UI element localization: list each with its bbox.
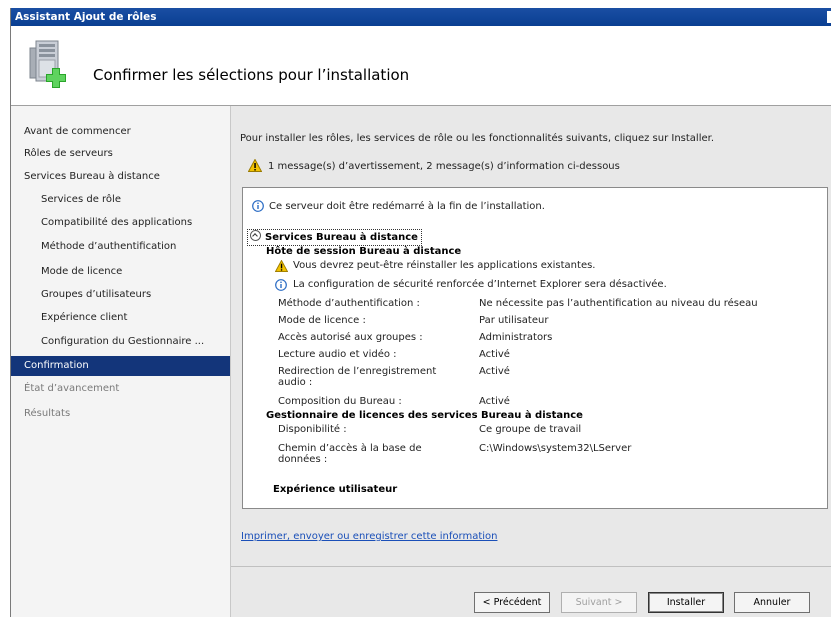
server-add-role-icon [29, 40, 66, 88]
warning-summary: 1 message(s) d’avertissement, 2 message(… [247, 158, 620, 175]
row-value: Administrators [479, 332, 553, 343]
section-title: Services Bureau à distance [265, 232, 418, 243]
row-value: Activé [479, 396, 510, 407]
rdsh-title: Hôte de session Bureau à distance [266, 246, 462, 257]
window-title: Assistant Ajout de rôles [15, 11, 157, 23]
wizard-content: Pour installer les rôles, les services d… [231, 106, 831, 566]
nav-item-configuration-gestionnaire[interactable]: Configuration du Gestionnaire ... [41, 332, 204, 352]
info-icon [275, 279, 287, 291]
nav-item-etat-avancement: État d’avancement [24, 383, 120, 394]
collapse-icon [250, 230, 261, 241]
row-label: Lecture audio et vidéo : [278, 349, 397, 360]
warning-icon [247, 158, 263, 172]
rdsh-warning: Vous devrez peut-être réinstaller les ap… [293, 260, 596, 271]
title-bar[interactable]: Assistant Ajout de rôles [11, 8, 831, 26]
previous-button[interactable]: < Précédent [474, 592, 550, 613]
row-value: Activé [479, 349, 510, 360]
row-label: Accès autorisé aux groupes : [278, 332, 423, 343]
nav-item-groupes-utilisateurs[interactable]: Groupes d’utilisateurs [41, 285, 151, 305]
install-button[interactable]: Installer [648, 592, 724, 613]
wizard-steps-nav: Avant de commencer Rôles de serveurs Ser… [11, 106, 231, 617]
row-value: Ce groupe de travail [479, 424, 582, 435]
row-label: Méthode d’authentification : [278, 298, 420, 309]
section-toggle-services-bureau[interactable]: Services Bureau à distance [247, 229, 422, 246]
wizard-header: Confirmer les sélections pour l’installa… [11, 26, 831, 106]
row-label: Redirection de l’enregistrement audio : [278, 366, 437, 388]
row-value: Ne nécessite pas l’authentification au n… [479, 298, 758, 309]
nav-item-compatibilite-applications[interactable]: Compatibilité des applications [41, 213, 192, 233]
row-label: Chemin d’accès à la base de données : [278, 443, 422, 465]
wizard-footer: < Précédent Suivant > Installer Annuler [231, 566, 831, 617]
nav-item-confirmation[interactable]: Confirmation [11, 356, 230, 376]
restart-note: Ce serveur doit être redémarré à la fin … [269, 201, 545, 212]
nav-item-experience-client[interactable]: Expérience client [41, 308, 127, 328]
add-roles-wizard-window: Assistant Ajout de rôles Confirmer les s… [10, 8, 831, 617]
row-label: Disponibilité : [278, 424, 347, 435]
info-icon [252, 200, 264, 212]
licensing-title: Gestionnaire de licences des services Bu… [266, 410, 583, 421]
nav-item-avant-de-commencer[interactable]: Avant de commencer [24, 122, 131, 142]
nav-item-services-de-role[interactable]: Services de rôle [41, 190, 121, 210]
confirmation-details-box[interactable]: Ce serveur doit être redémarré à la fin … [242, 187, 828, 509]
page-title: Confirmer les sélections pour l’installa… [93, 66, 410, 84]
nav-item-roles-de-serveurs[interactable]: Rôles de serveurs [24, 144, 113, 164]
row-label: Mode de licence : [278, 315, 366, 326]
cancel-button[interactable]: Annuler [734, 592, 810, 613]
nav-item-methode-authentification[interactable]: Méthode d’authentification [41, 237, 176, 257]
warning-icon [275, 260, 288, 272]
row-value: Par utilisateur [479, 315, 549, 326]
row-label: Composition du Bureau : [278, 396, 402, 407]
close-icon[interactable] [827, 11, 831, 23]
rdsh-info: La configuration de sécurité renforcée d… [293, 279, 667, 290]
print-save-link[interactable]: Imprimer, envoyer ou enregistrer cette i… [241, 531, 497, 542]
row-value: C:\Windows\system32\LServer [479, 443, 632, 454]
warning-summary-text: 1 message(s) d’avertissement, 2 message(… [268, 161, 620, 172]
nav-item-mode-de-licence[interactable]: Mode de licence [41, 262, 122, 282]
nav-item-services-bureau-a-distance[interactable]: Services Bureau à distance [24, 167, 160, 187]
intro-text: Pour installer les rôles, les services d… [240, 133, 714, 144]
next-button: Suivant > [561, 592, 637, 613]
experience-title: Expérience utilisateur [273, 484, 398, 495]
nav-item-resultats: Résultats [24, 408, 71, 419]
row-value: Activé [479, 366, 510, 377]
